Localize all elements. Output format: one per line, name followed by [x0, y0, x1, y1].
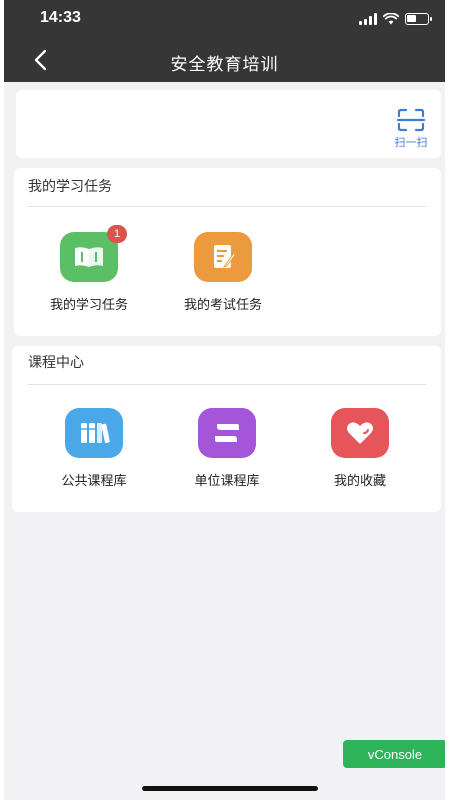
learning-tasks-section: 我的学习任务 1 我的学习任务 我的考试任务 [14, 168, 441, 336]
status-icons [359, 13, 432, 25]
nav-bar: 安全教育培训 [4, 38, 445, 82]
tile-unit-course-library[interactable]: 单位课程库 [172, 408, 282, 489]
books-icon [65, 408, 123, 458]
wifi-icon [383, 13, 399, 25]
status-bar: 14:33 [4, 0, 445, 38]
scan-button[interactable]: 扫一扫 [389, 108, 433, 152]
tile-label: 我的考试任务 [183, 298, 262, 313]
app-screen: 14:33 安全教育培训 扫一扫 我的学习任务 1 我的学习任务 我的考试任务 … [4, 0, 445, 800]
heart-icon [331, 408, 389, 458]
scan-icon [397, 108, 425, 132]
divider [28, 206, 427, 207]
unread-badge: 1 [107, 225, 127, 243]
signal-icon [359, 13, 377, 25]
section-title: 课程中心 [28, 355, 84, 371]
tile-my-exam-tasks[interactable]: 我的考试任务 [168, 232, 278, 313]
book-icon: 1 [60, 225, 127, 282]
divider [28, 384, 427, 385]
battery-icon [405, 13, 432, 25]
tile-public-course-library[interactable]: 公共课程库 [39, 408, 149, 489]
tile-label: 单位课程库 [194, 474, 260, 489]
tile-my-favorites[interactable]: 我的收藏 [305, 408, 415, 489]
scan-label: 扫一扫 [394, 136, 428, 149]
tile-label: 公共课程库 [61, 474, 127, 489]
vconsole-button[interactable]: vConsole [343, 740, 445, 768]
tile-label: 我的收藏 [333, 474, 386, 489]
tile-label: 我的学习任务 [49, 298, 128, 313]
section-title: 我的学习任务 [28, 179, 112, 195]
scan-card: 扫一扫 [16, 90, 441, 158]
status-time: 14:33 [40, 9, 81, 26]
library-icon [198, 408, 256, 458]
page-title: 安全教育培训 [170, 55, 279, 75]
exam-paper-icon [194, 232, 252, 282]
tile-my-learning-tasks[interactable]: 1 我的学习任务 [34, 225, 144, 313]
home-indicator[interactable] [142, 786, 318, 791]
course-center-section: 课程中心 公共课程库 单位课程库 我的收藏 [12, 346, 441, 512]
